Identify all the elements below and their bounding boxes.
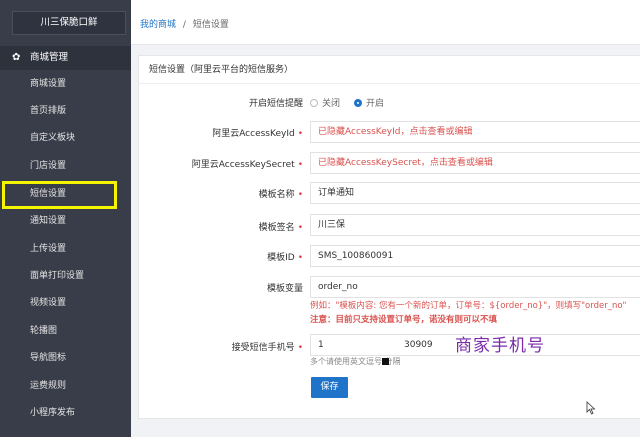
sidebar-item-custom-block[interactable]: 自定义板块	[0, 125, 131, 152]
template-name-label: 模板名称 •	[258, 190, 303, 200]
save-button[interactable]: 保存	[311, 377, 348, 398]
breadcrumb-home[interactable]: 我的商城	[140, 20, 176, 30]
sidebar-item-notify-settings[interactable]: 通知设置	[0, 208, 131, 235]
sidebar-item-video-settings[interactable]: 视频设置	[0, 290, 131, 317]
access-key-id-input[interactable]: 已隐藏AccessKeyId，点击查看或编辑	[310, 121, 640, 143]
sidebar-item-carousel[interactable]: 轮播图	[0, 318, 131, 345]
highlight-box	[2, 181, 117, 209]
sidebar-section-header[interactable]: ✿ 商城管理	[0, 46, 131, 70]
sidebar-item-nav-icons[interactable]: 导航图标	[0, 345, 131, 372]
template-name-input[interactable]: 订单通知	[310, 182, 640, 204]
phone-value-start: 1	[318, 340, 324, 350]
template-id-input[interactable]: SMS_100860091	[310, 245, 640, 267]
sidebar-section-label: 商城管理	[30, 52, 69, 63]
template-id-label: 模板ID •	[267, 253, 303, 263]
radio-on[interactable]: 开启	[354, 96, 384, 109]
sidebar: 川三保脆口鲜 ✿ 商城管理 商城设置 首页排版 自定义板块 门店设置 短信设置 …	[0, 0, 131, 437]
mouse-cursor-icon	[586, 401, 596, 415]
sidebar-item-miniprogram-publish[interactable]: 小程序发布	[0, 400, 131, 427]
redaction-mark	[382, 358, 389, 365]
sidebar-item-store-settings[interactable]: 门店设置	[0, 153, 131, 180]
access-key-secret-input[interactable]: 已隐藏AccessKeySecret，点击查看或编辑	[310, 152, 640, 174]
radio-on-icon	[354, 99, 362, 107]
access-key-secret-label: 阿里云AccessKeySecret •	[191, 160, 303, 170]
card-title: 短信设置（阿里云平台的短信服务）	[139, 56, 640, 84]
radio-off-icon	[310, 99, 318, 107]
breadcrumb: 我的商城 / 短信设置	[140, 17, 229, 30]
radio-off[interactable]: 关闭	[310, 96, 340, 109]
template-sign-label: 模板签名 •	[258, 223, 303, 233]
sidebar-item-mall-settings[interactable]: 商城设置	[0, 71, 131, 98]
template-var-label: 模板变量	[266, 284, 303, 294]
template-var-input[interactable]: order_no	[310, 276, 640, 298]
breadcrumb-current: 短信设置	[192, 20, 229, 30]
sidebar-item-upload-settings[interactable]: 上传设置	[0, 236, 131, 263]
brand-name: 川三保脆口鲜	[12, 11, 126, 35]
access-key-id-label: 阿里云AccessKeyId •	[212, 129, 303, 139]
template-sign-input[interactable]: 川三保	[310, 214, 640, 236]
phone-label: 接受短信手机号 •	[231, 343, 303, 353]
top-bar: 我的商城 / 短信设置	[131, 0, 640, 45]
sidebar-item-waybill-print[interactable]: 面单打印设置	[0, 263, 131, 290]
phone-value-end: 30909	[404, 340, 433, 350]
gear-icon: ✿	[12, 52, 21, 63]
template-var-example: 例如："模板内容: 您有一个新的订单，订单号：${order_no}"，则填写"…	[310, 301, 627, 311]
template-var-note: 注意：目前只支持设置订单号，诺没有则可以不填	[310, 315, 498, 325]
sidebar-item-home-layout[interactable]: 首页排版	[0, 98, 131, 125]
toggle-label: 开启短信提醒	[248, 99, 303, 109]
breadcrumb-separator: /	[182, 20, 186, 30]
sms-settings-card: 短信设置（阿里云平台的短信服务） 开启短信提醒 关闭 开启 阿里云AccessK…	[138, 55, 640, 419]
merchant-phone-annotation: 商家手机号	[455, 336, 545, 356]
sidebar-item-shipping-rules[interactable]: 运费规则	[0, 373, 131, 400]
